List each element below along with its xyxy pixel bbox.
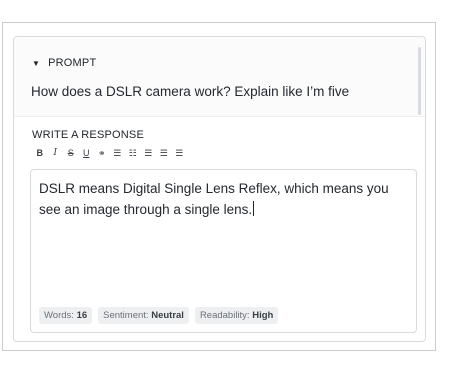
readability-label: Readability: [199,310,250,321]
bold-icon: B [36,148,44,158]
prompt-header-label: PROMPT [48,57,97,69]
underline-button[interactable]: U [79,147,95,159]
word-count-badge: Words: 16 [39,307,93,324]
strikethrough-button[interactable]: S [63,147,79,159]
align-left-button[interactable]: ☰ [141,147,157,159]
italic-icon: I [53,148,58,158]
link-icon: ⚭ [97,147,106,158]
align-center-icon: ☰ [159,147,168,158]
numbered-list-button[interactable]: ☷ [125,147,141,159]
italic-button[interactable]: I [48,147,64,159]
formatting-toolbar: B I S U ⚭ ☰ ☷ ☰ ☰ ☰ [32,147,187,159]
readability-value: High [252,310,274,321]
bold-button[interactable]: B [32,147,48,159]
word-count-value: 16 [76,310,88,321]
link-button[interactable]: ⚭ [94,147,110,159]
caret-down-icon: ▼ [32,58,41,68]
prompt-toggle[interactable]: ▼ PROMPT [32,57,96,69]
prompt-text: How does a DSLR camera work? Explain lik… [31,84,350,99]
word-count-label: Words: [44,310,74,321]
response-editor[interactable]: DSLR means Digital Single Lens Reflex, w… [30,169,417,333]
align-right-icon: ☰ [175,147,184,158]
align-center-button[interactable]: ☰ [156,147,172,159]
underline-icon: U [83,148,90,158]
prompt-scrollbar[interactable] [418,47,421,115]
readability-badge: Readability: High [194,307,279,324]
bulleted-list-icon: ☰ [113,147,122,158]
task-panel: ▼ PROMPT How does a DSLR camera work? Ex… [13,36,426,342]
stats-bar: Words: 16 Sentiment: Neutral Readability… [39,307,279,324]
response-label: WRITE A RESPONSE [32,129,145,141]
sentiment-label: Sentiment: [103,310,149,321]
align-left-icon: ☰ [144,147,153,158]
response-text-content: DSLR means Digital Single Lens Reflex, w… [39,181,389,217]
sentiment-badge: Sentiment: Neutral [98,307,189,324]
strikethrough-icon: S [67,148,74,158]
prompt-panel: ▼ PROMPT How does a DSLR camera work? Ex… [14,37,425,117]
bulleted-list-button[interactable]: ☰ [110,147,126,159]
response-text[interactable]: DSLR means Digital Single Lens Reflex, w… [39,178,405,220]
response-card: ▼ PROMPT How does a DSLR camera work? Ex… [2,22,436,351]
sentiment-value: Neutral [151,310,184,321]
align-right-button[interactable]: ☰ [172,147,188,159]
text-cursor [253,201,255,216]
numbered-list-icon: ☷ [128,147,137,158]
